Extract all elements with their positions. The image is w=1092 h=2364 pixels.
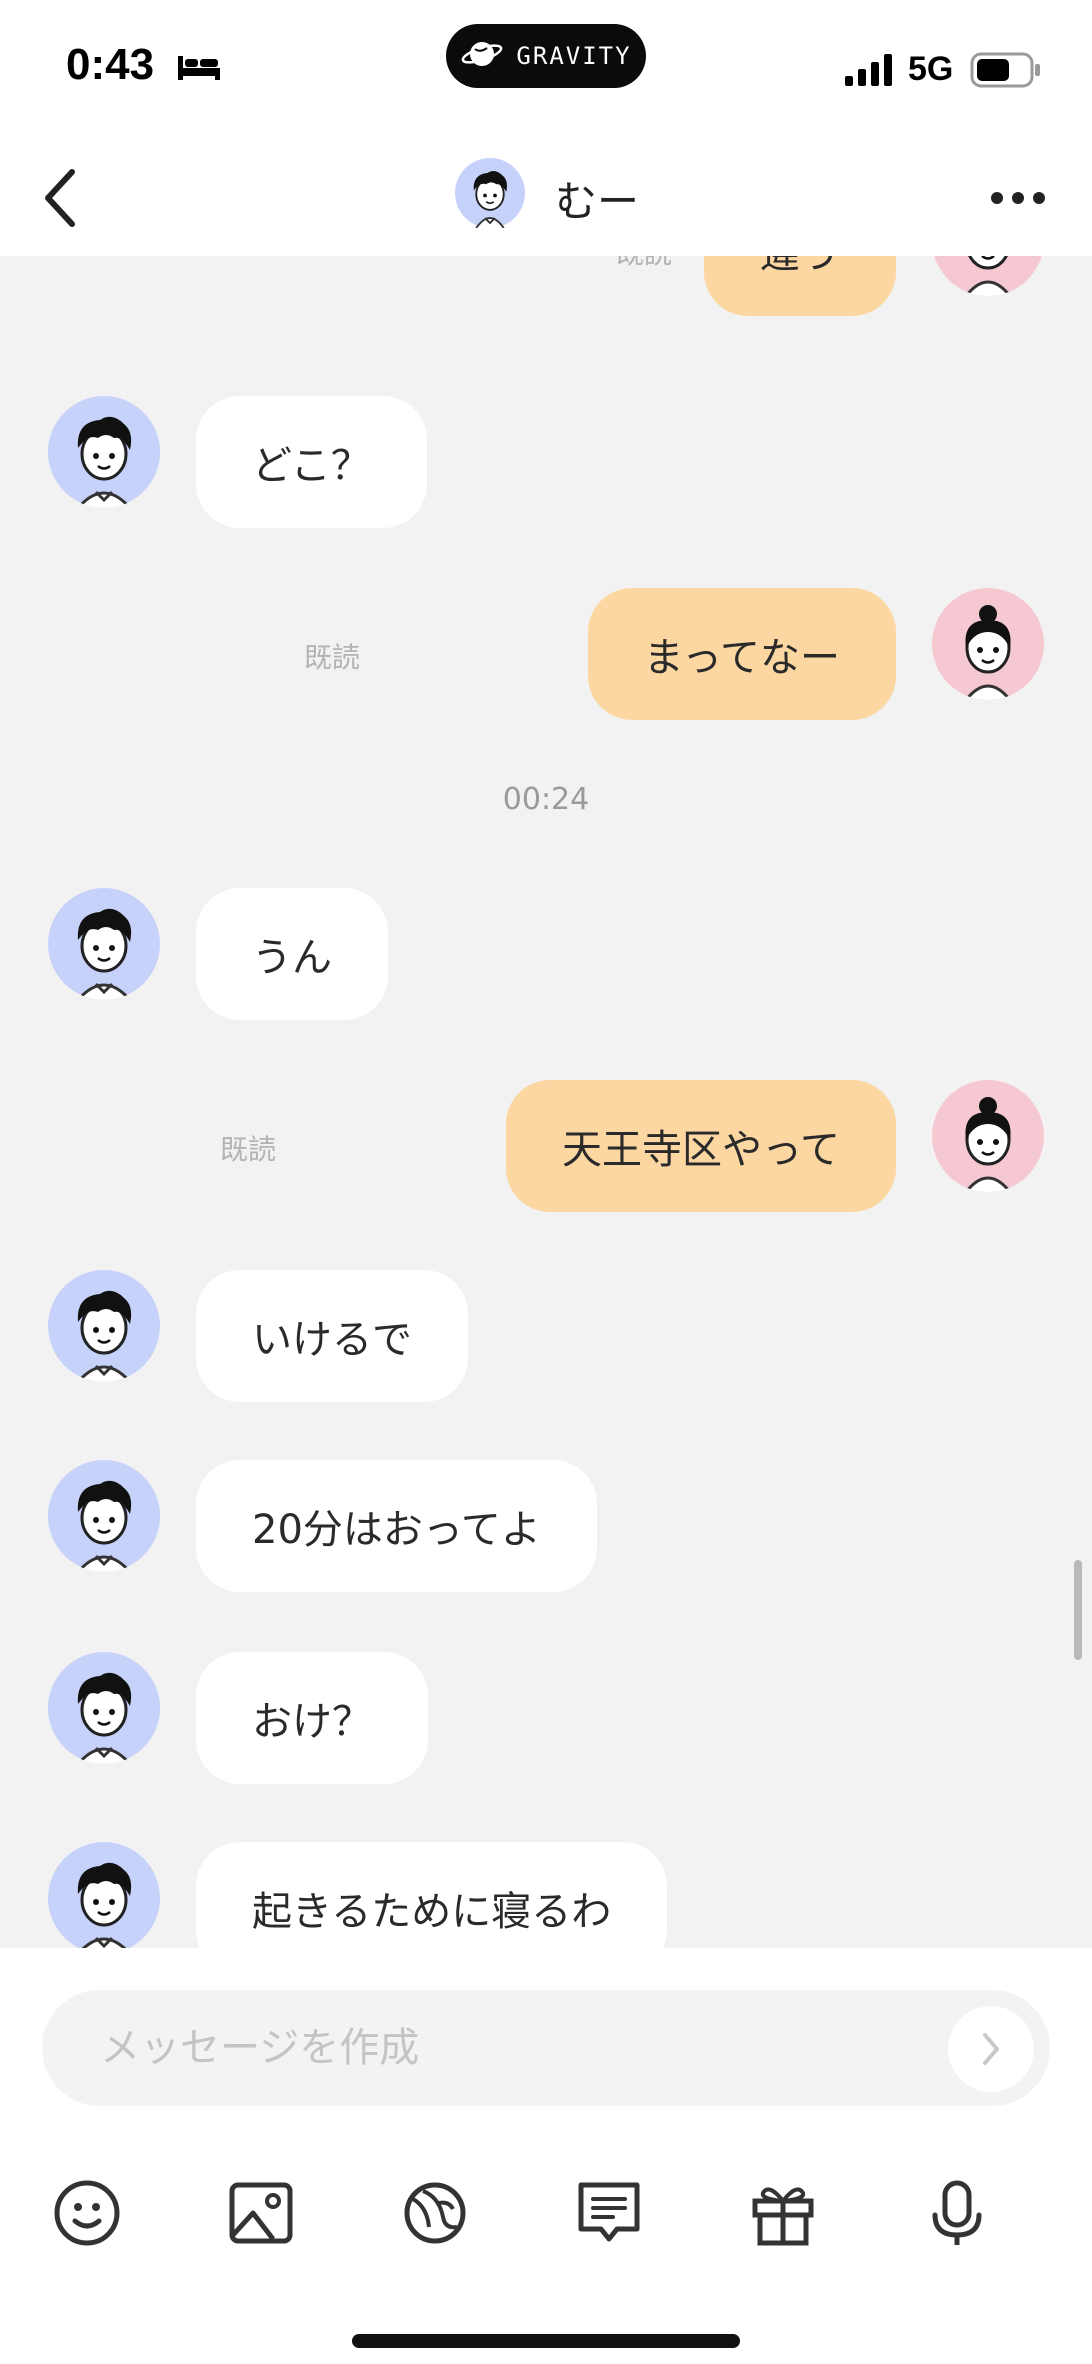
- header-avatar[interactable]: [455, 158, 525, 232]
- boy-avatar-icon: [76, 1480, 132, 1572]
- message-row-incoming: 起きるために寝るわ: [0, 1842, 1092, 1948]
- message-row-outgoing: 既読 まってなー: [0, 588, 1092, 728]
- partner-avatar[interactable]: [48, 1842, 160, 1948]
- status-time: 0:43: [66, 40, 155, 89]
- boy-avatar-icon: [76, 908, 132, 1000]
- send-button[interactable]: [948, 2006, 1034, 2092]
- read-receipt: 既読: [303, 641, 360, 674]
- ellipsis-icon: [991, 192, 1045, 204]
- girl-avatar-icon: [964, 1097, 1012, 1192]
- timestamp-divider: 00:24: [502, 782, 590, 817]
- voice-button[interactable]: [912, 2168, 1002, 2258]
- partner-avatar[interactable]: [48, 1270, 160, 1382]
- chat-title: むー: [555, 177, 640, 226]
- message-bubble-outgoing[interactable]: 違う: [704, 256, 896, 316]
- read-receipt: 既読: [219, 1133, 276, 1166]
- message-bubble-incoming[interactable]: 20分はおってよ: [196, 1460, 597, 1592]
- gravity-label: GRAVITY: [516, 42, 632, 70]
- message-bubble-incoming[interactable]: 起きるために寝るわ: [196, 1842, 668, 1948]
- boy-avatar-icon: [76, 1672, 132, 1764]
- message-bubble-incoming[interactable]: どこ？: [196, 396, 427, 528]
- more-options-button[interactable]: [978, 158, 1058, 238]
- boy-avatar-icon: [77, 1862, 132, 1948]
- network-label: 5G: [908, 50, 954, 88]
- message-row-outgoing: 既読 天王寺区やって: [0, 1080, 1092, 1220]
- composer: [0, 1948, 1092, 2364]
- message-bubble-outgoing[interactable]: まってなー: [587, 588, 896, 720]
- boy-avatar-icon: [455, 158, 525, 229]
- my-avatar[interactable]: [932, 588, 1044, 700]
- my-avatar[interactable]: [932, 1080, 1044, 1192]
- battery-icon: [970, 52, 1042, 92]
- gravity-pill[interactable]: GRAVITY: [446, 24, 646, 88]
- planet-logo-icon: [460, 37, 504, 75]
- smile-icon: [54, 2180, 120, 2246]
- chevron-left-icon: [45, 169, 75, 227]
- message-row-incoming: どこ？: [0, 396, 1092, 536]
- boy-avatar-icon: [76, 1290, 132, 1382]
- partner-avatar[interactable]: [48, 396, 160, 508]
- chat-header: むー: [0, 140, 1092, 256]
- message-bubble-incoming[interactable]: いけるで: [196, 1270, 468, 1402]
- gift-button[interactable]: [738, 2168, 828, 2258]
- bed-icon: [176, 52, 222, 86]
- girl-avatar-icon: [964, 605, 1012, 700]
- message-list-button[interactable]: [564, 2168, 654, 2258]
- planet-icon: [404, 2182, 466, 2244]
- message-row-incoming: 20分はおってよ: [0, 1460, 1092, 1600]
- boy-avatar-icon: [76, 416, 132, 508]
- image-button[interactable]: [216, 2168, 306, 2258]
- girl-avatar-icon: [964, 256, 1012, 296]
- message-input[interactable]: [42, 1990, 1050, 2106]
- my-avatar[interactable]: [932, 256, 1044, 296]
- message-bubble-outgoing[interactable]: 天王寺区やって: [506, 1080, 896, 1212]
- image-icon: [229, 2182, 293, 2244]
- partner-avatar[interactable]: [48, 888, 160, 1000]
- message-list-icon: [578, 2182, 640, 2242]
- message-bubble-incoming[interactable]: うん: [196, 888, 388, 1020]
- message-row-outgoing: 既読 違う: [0, 256, 1092, 324]
- microphone-icon: [932, 2180, 982, 2245]
- gift-icon: [752, 2187, 814, 2246]
- message-row-incoming: おけ？: [0, 1652, 1092, 1792]
- signal-icon: [845, 54, 895, 90]
- partner-avatar[interactable]: [48, 1460, 160, 1572]
- chat-message-list[interactable]: 既読 違う どこ: [0, 256, 1092, 1948]
- status-bar: 0:43 GRAVITY 5G: [0, 0, 1092, 140]
- partner-avatar[interactable]: [48, 1652, 160, 1764]
- message-row-incoming: いけるで: [0, 1270, 1092, 1410]
- scrollbar[interactable]: [1074, 1560, 1082, 1660]
- composer-toolbar: [0, 2168, 1092, 2278]
- home-indicator: [352, 2334, 740, 2348]
- message-row-incoming: うん: [0, 888, 1092, 1028]
- emoji-button[interactable]: [42, 2168, 132, 2258]
- planet-button[interactable]: [390, 2168, 480, 2258]
- back-button[interactable]: [20, 158, 100, 238]
- chevron-right-icon: [983, 2033, 999, 2065]
- read-receipt: 既読: [616, 256, 672, 272]
- message-bubble-incoming[interactable]: おけ？: [196, 1652, 428, 1784]
